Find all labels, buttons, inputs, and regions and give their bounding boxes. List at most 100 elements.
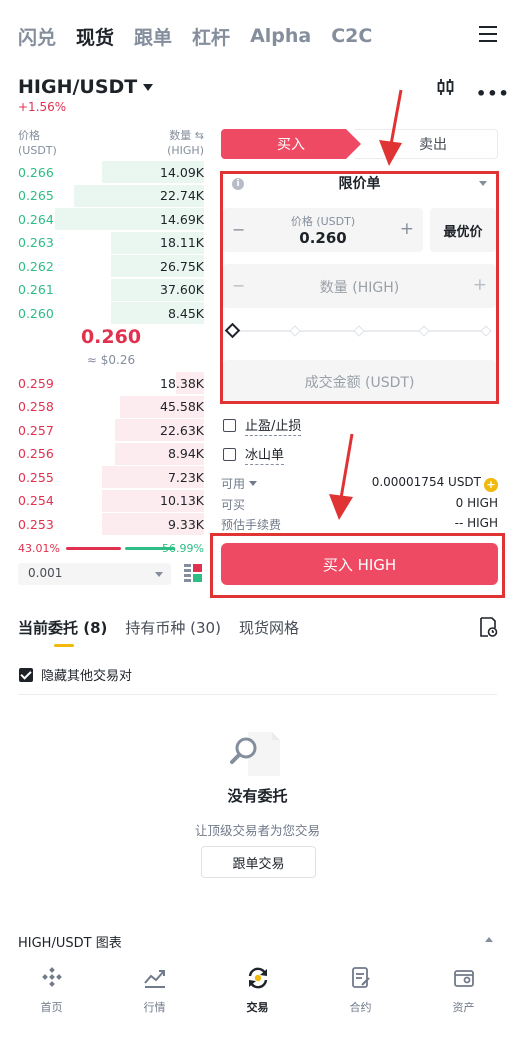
tab-alpha[interactable]: Alpha — [250, 25, 311, 47]
pair-selector[interactable]: HIGH/USDT — [18, 76, 154, 98]
orderbook-row[interactable]: 0.260 8.45K — [18, 302, 204, 324]
precision-value: 0.001 — [28, 566, 63, 580]
nav-markets-label: 行情 — [143, 1001, 166, 1014]
chart-toggle[interactable]: HIGH/USDT 图表 — [18, 932, 497, 951]
orderbook-quantity: 45.58K — [160, 399, 204, 414]
orderbook-price: 0.266 — [18, 164, 54, 180]
hide-other-pairs-label: 隐藏其他交易对 — [41, 669, 133, 684]
orderbook-row[interactable]: 0.254 10.13K — [18, 489, 204, 512]
annotation-arrow-icon — [379, 89, 403, 166]
precision-select[interactable]: 0.001 — [18, 563, 171, 585]
checkbox-checked-icon — [19, 667, 33, 682]
orderbook-header: 价格 (USDT) 数量 ⇆ (HIGH) — [18, 128, 204, 158]
orderbook-row[interactable]: 0.261 37.60K — [18, 278, 204, 301]
nav-trade[interactable]: 交易 — [206, 960, 309, 1041]
chevron-down-icon — [155, 572, 163, 577]
tp-sl-checkbox[interactable]: 止盈/止损 — [223, 415, 302, 436]
empty-state-title: 没有委托 — [227, 787, 288, 805]
top-nav: 闪兑 现货 跟单 杠杆 Alpha C2C — [18, 18, 497, 54]
orderbook-quantity: 8.45K — [167, 305, 204, 321]
orderbook-price: 0.253 — [18, 516, 54, 532]
chevron-up-icon — [485, 937, 493, 942]
empty-state-subtitle: 让顶级交易者为您交易 — [194, 823, 320, 838]
iceberg-checkbox[interactable]: 冰山单 — [223, 445, 285, 465]
available-value: 0.00001754 USDT — [371, 475, 481, 489]
tab-spot[interactable]: 现货 — [76, 23, 114, 50]
orderbook-quantity: 7.23K — [167, 469, 204, 485]
last-price-usd: ≈ $0.26 — [86, 353, 136, 367]
hamburger-menu-icon[interactable] — [479, 26, 497, 42]
tp-sl-label: 止盈/止损 — [245, 415, 302, 436]
orderbook-quantity: 18.11K — [160, 235, 204, 250]
orderbook-row[interactable]: 0.253 9.33K — [18, 513, 204, 535]
orderbook-row[interactable]: 0.264 14.69K — [18, 208, 204, 230]
orderbook-row[interactable]: 0.263 18.11K — [18, 231, 204, 254]
hide-other-pairs-checkbox[interactable]: 隐藏其他交易对 — [19, 665, 132, 684]
order-history-icon[interactable] — [478, 617, 498, 637]
orderbook-row[interactable]: 0.257 22.63K — [18, 419, 204, 441]
nav-markets[interactable]: 行情 — [103, 960, 206, 1041]
buy-sell-ratio: 43.01% 56.99% — [18, 542, 204, 556]
orderbook-quantity: 26.75K — [160, 258, 204, 274]
can-buy-label: 可买 — [221, 498, 246, 512]
orderbook-price: 0.263 — [18, 235, 54, 250]
tab-margin[interactable]: 杠杆 — [192, 23, 230, 50]
home-icon — [41, 967, 62, 987]
chart-toggle-label: HIGH/USDT 图表 — [18, 936, 122, 951]
candlestick-chart-icon[interactable] — [436, 77, 456, 97]
orderbook-row[interactable]: 0.262 26.75K — [18, 255, 204, 277]
orderbook-quantity: 14.09K — [160, 164, 204, 180]
tab-buy[interactable]: 买入 — [221, 129, 361, 159]
orderbook-quantity: 14.69K — [160, 211, 204, 227]
nav-home[interactable]: 首页 — [0, 960, 103, 1041]
orderbook-price: 0.255 — [18, 469, 54, 485]
tab-spot-grid[interactable]: 现货网格 — [239, 617, 299, 638]
nav-home-label: 首页 — [40, 1001, 63, 1014]
orders-tabs: 当前委托 (8) 持有币种 (30) 现货网格 — [18, 617, 317, 638]
orderbook-row[interactable]: 0.255 7.23K — [18, 466, 204, 488]
tab-copy-trading[interactable]: 跟单 — [134, 23, 172, 50]
orderbook-row[interactable]: 0.256 8.94K — [18, 442, 204, 465]
orderbook-price: 0.261 — [18, 282, 54, 297]
futures-icon — [351, 967, 370, 988]
bottom-nav: 首页 行情 交易 合约 资产 — [0, 960, 515, 1041]
orderbook-quantity: 22.63K — [160, 422, 204, 438]
tab-holdings[interactable]: 持有币种 (30) — [125, 617, 221, 638]
annotation-highlight-form — [220, 171, 499, 404]
nav-trade-label: 交易 — [246, 1001, 269, 1014]
tab-swap[interactable]: 闪兑 — [18, 23, 56, 50]
orderbook-price: 0.262 — [18, 258, 54, 274]
orderbook-price: 0.257 — [18, 422, 54, 438]
orderbook-price: 0.259 — [18, 375, 54, 391]
trade-icon — [248, 967, 267, 989]
buy-sell-tabs: 卖出 买入 — [221, 129, 498, 159]
nav-assets-label: 资产 — [452, 1001, 475, 1014]
caret-down-icon — [143, 84, 154, 91]
orderbook-price: 0.265 — [18, 188, 54, 203]
nav-assets[interactable]: 资产 — [412, 960, 515, 1041]
orderbook-row[interactable]: 0.258 45.58K — [18, 395, 204, 418]
orderbook-price: 0.258 — [18, 399, 54, 414]
orderbook-row[interactable]: 0.259 18.38K — [18, 372, 204, 394]
available-label[interactable]: 可用 — [221, 475, 258, 492]
fee-value: -- HIGH — [454, 516, 498, 530]
add-funds-icon[interactable]: + — [484, 478, 498, 492]
pair-name: HIGH/USDT — [18, 76, 138, 98]
annotation-highlight-buy-button — [210, 533, 505, 598]
markets-icon — [143, 970, 165, 988]
orderbook-row[interactable]: 0.265 22.74K — [18, 184, 204, 207]
tab-open-orders[interactable]: 当前委托 (8) — [18, 617, 107, 638]
copy-trading-button[interactable]: 跟单交易 — [201, 846, 316, 878]
active-tab-indicator — [54, 644, 74, 647]
orderbook-row[interactable]: 0.266 14.09K — [18, 161, 204, 183]
more-options-icon[interactable]: ••• — [476, 84, 510, 103]
orderbook-layout-icon[interactable] — [184, 564, 202, 582]
quantity-unit: (HIGH) — [167, 144, 204, 157]
quantity-header[interactable]: 数量 ⇆ — [167, 128, 204, 143]
annotation-arrow-icon — [329, 433, 354, 520]
orderbook-quantity: 10.13K — [160, 493, 204, 508]
checkbox-icon — [223, 447, 236, 461]
sell-ratio-bar — [66, 547, 121, 550]
tab-c2c[interactable]: C2C — [331, 25, 372, 47]
nav-futures[interactable]: 合约 — [309, 960, 412, 1041]
